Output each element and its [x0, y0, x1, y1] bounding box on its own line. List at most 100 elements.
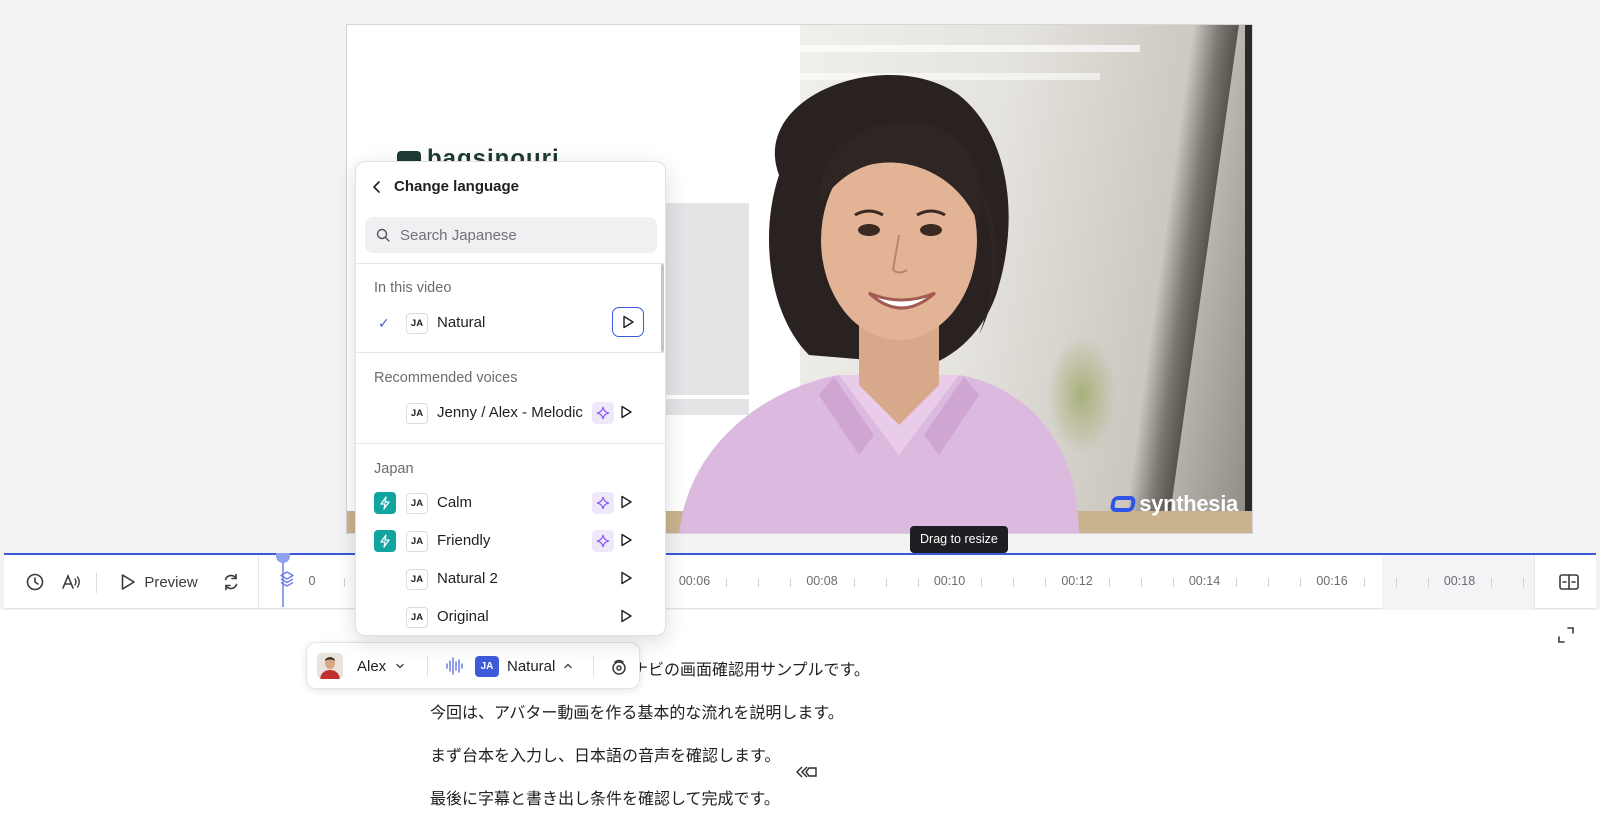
gesture-icon[interactable]: [609, 657, 629, 677]
voice-wave-icon: [62, 573, 80, 589]
bar-divider: [427, 656, 428, 677]
ruler-minor-tick: [1523, 578, 1525, 587]
ruler-tick-label: 00:18: [1443, 574, 1476, 588]
ruler-minor-tick: [758, 578, 760, 587]
play-icon[interactable]: [620, 405, 632, 419]
language-badge: JA: [406, 313, 428, 334]
lightning-icon: [380, 496, 390, 510]
ai-voice-badge: [592, 530, 614, 552]
toolbar-divider: [258, 555, 259, 609]
section-label-japan: Japan: [374, 461, 414, 477]
sparkle-icon: [596, 534, 610, 548]
back-chevron-icon[interactable]: [370, 180, 384, 194]
section-divider: [356, 352, 665, 353]
voice-row-jenny-alex-melodic[interactable]: JA Jenny / Alex - Melodic: [356, 394, 656, 432]
play-sample-button[interactable]: [612, 307, 644, 337]
ruler-minor-tick: [1236, 578, 1238, 587]
section-label-in-video: In this video: [374, 280, 452, 296]
avatar-thumbnail[interactable]: [317, 653, 343, 679]
play-icon[interactable]: [620, 571, 632, 585]
voice-row-natural-2[interactable]: JA Natural 2: [356, 560, 656, 598]
ruler-tick-label: 00:08: [806, 574, 838, 588]
audio-wave-icon: [446, 657, 463, 675]
play-icon: [623, 315, 634, 329]
voice-row-calm[interactable]: JA Calm: [356, 484, 656, 522]
script-line[interactable]: 最後に字幕と書き出し条件を確認して完成です。: [430, 785, 780, 809]
tooltip-text: Drag to resize: [920, 532, 998, 546]
lightning-icon: [380, 534, 390, 548]
sparkle-icon: [596, 496, 610, 510]
layers-icon[interactable]: [279, 570, 295, 588]
search-input[interactable]: [400, 217, 650, 253]
ruler-minor-tick: [1268, 578, 1270, 587]
section-divider: [356, 263, 665, 264]
chevron-up-icon[interactable]: [563, 661, 573, 671]
panel-scrollbar[interactable]: [661, 264, 664, 352]
language-badge: JA: [406, 607, 428, 628]
toolbar-divider: [1534, 555, 1535, 609]
script-line[interactable]: まず台本を入力し、日本語の音声を確認します。: [430, 742, 780, 766]
language-badge: JA: [406, 403, 428, 424]
preview-label: Preview: [144, 573, 198, 591]
fast-voice-badge: [374, 492, 396, 514]
gesture-marker-icon[interactable]: [796, 764, 818, 780]
section-divider: [356, 443, 665, 444]
avatar-icon: [317, 653, 343, 679]
voice-name: Original: [437, 608, 489, 625]
sparkle-icon: [596, 406, 610, 420]
script-line[interactable]: 今回は、アバター動画を作る基本的な流れを説明します。: [430, 699, 844, 723]
panel-title: Change language: [394, 178, 520, 195]
section-label-recommended: Recommended voices: [374, 370, 518, 386]
loop-button[interactable]: [214, 555, 248, 609]
search-icon: [376, 228, 390, 242]
voice-settings-button[interactable]: [54, 555, 88, 609]
synthesia-watermark: synthesia: [1109, 491, 1238, 517]
toolbar-divider: [96, 573, 97, 593]
ruler-tick-label: 00:14: [1188, 574, 1221, 588]
ruler-minor-tick: [1172, 578, 1174, 587]
ai-voice-badge: [592, 492, 614, 514]
ruler-tick-label: 0: [308, 574, 316, 588]
panel-header: Change language: [356, 162, 665, 212]
script-line[interactable]: ナビの画面確認用サンプルです。: [632, 656, 870, 680]
change-language-panel: Change language In this video ✓ JA Natur…: [355, 161, 666, 636]
bar-divider: [593, 656, 594, 677]
voice-row-friendly[interactable]: JA Friendly: [356, 522, 656, 560]
play-icon[interactable]: [620, 495, 632, 509]
synthesia-logo-icon: [1109, 496, 1137, 512]
ruler-minor-tick: [885, 578, 887, 587]
ruler-minor-tick: [1300, 578, 1302, 587]
ruler-minor-tick: [790, 578, 792, 587]
ruler-minor-tick: [917, 578, 919, 587]
voice-name: Natural 2: [437, 570, 498, 587]
history-button[interactable]: [18, 555, 52, 609]
split-panel-icon: [1559, 574, 1579, 590]
ruler-tick-label: 00:16: [1316, 574, 1348, 588]
synthesia-wordmark: synthesia: [1139, 491, 1238, 516]
fast-voice-badge: [374, 530, 396, 552]
voice-name: Calm: [437, 494, 473, 511]
ruler-tick-label: 00:12: [1061, 574, 1093, 588]
window-frame: [1245, 25, 1252, 533]
voice-name[interactable]: Natural: [507, 643, 555, 690]
expand-icon[interactable]: [1557, 626, 1575, 644]
play-icon: [122, 574, 136, 590]
voice-search[interactable]: [365, 217, 657, 253]
ruler-minor-tick: [343, 578, 345, 587]
voice-row-natural[interactable]: ✓ JA Natural: [356, 304, 656, 342]
avatar-name[interactable]: Alex: [357, 643, 386, 690]
play-icon[interactable]: [620, 609, 632, 623]
ruler-tick-label: 00:10: [933, 574, 966, 588]
voice-row-original[interactable]: JA Original: [356, 598, 656, 635]
clock-icon: [26, 573, 44, 591]
chevron-down-icon[interactable]: [395, 661, 405, 671]
voice-name: Natural: [437, 314, 486, 331]
preview-button[interactable]: Preview: [114, 555, 204, 609]
play-icon[interactable]: [620, 533, 632, 547]
ruler-minor-tick: [853, 578, 855, 587]
split-view-button[interactable]: [1552, 555, 1586, 609]
language-badge: JA: [406, 493, 428, 514]
ruler-minor-tick: [1045, 578, 1047, 587]
ceiling-slat: [800, 45, 1140, 52]
ai-voice-badge: [592, 402, 614, 424]
